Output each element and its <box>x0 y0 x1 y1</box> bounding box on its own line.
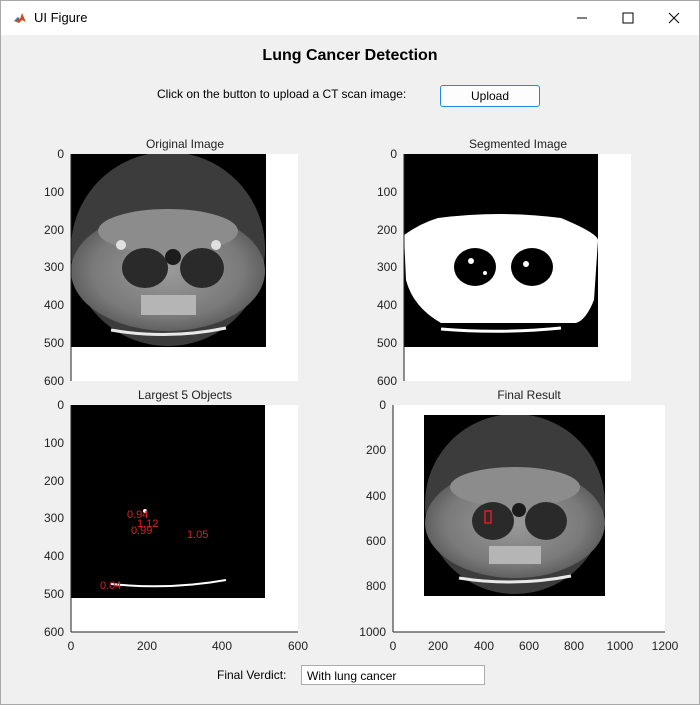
y-tick-labels: 0 200 400 600 800 1000 <box>359 398 386 639</box>
x-tick-label: 400 <box>474 639 494 653</box>
y-tick-label: 0 <box>57 147 64 161</box>
y-tick-label: 400 <box>366 489 386 503</box>
x-tick-label: 600 <box>519 639 539 653</box>
final-result-axes[interactable]: Final Result 0 200 400 600 800 1000 0 20… <box>359 388 678 653</box>
x-tick-labels: 0 200 400 600 <box>68 639 309 653</box>
y-tick-labels: 0 100 200 300 400 500 600 <box>44 147 64 388</box>
y-tick-label: 800 <box>366 579 386 593</box>
y-tick-label: 500 <box>44 336 64 350</box>
object-label: 0.99 <box>131 525 152 537</box>
object-label: 1.05 <box>187 529 208 541</box>
y-tick-label: 1000 <box>359 625 386 639</box>
x-tick-label: 0 <box>390 639 397 653</box>
maximize-icon <box>622 12 634 24</box>
y-tick-label: 300 <box>44 260 64 274</box>
y-tick-label: 100 <box>44 185 64 199</box>
ct-scan-image <box>71 154 266 347</box>
x-tick-label: 1200 <box>652 639 679 653</box>
y-tick-label: 0 <box>57 398 64 412</box>
axes-title: Original Image <box>146 137 224 151</box>
y-tick-labels: 0 100 200 300 400 500 600 <box>377 147 397 388</box>
x-tick-label: 400 <box>212 639 232 653</box>
window-title: UI Figure <box>34 10 88 25</box>
minimize-icon <box>577 17 587 19</box>
title-bar[interactable]: UI Figure <box>1 1 699 35</box>
plots-area: Original Image 0 100 200 300 400 500 600… <box>44 137 679 653</box>
y-tick-label: 500 <box>44 587 64 601</box>
y-tick-label: 600 <box>366 534 386 548</box>
x-tick-labels: 0 200 400 600 800 1000 1200 <box>390 639 679 653</box>
segmented-image-axes[interactable]: Segmented Image 0 100 200 300 400 500 60… <box>377 137 631 388</box>
y-tick-label: 400 <box>44 549 64 563</box>
close-button[interactable] <box>651 1 697 35</box>
y-tick-label: 0 <box>390 147 397 161</box>
x-tick-label: 800 <box>564 639 584 653</box>
objects-image <box>71 405 265 598</box>
y-tick-label: 400 <box>44 298 64 312</box>
verdict-field[interactable]: With lung cancer <box>301 665 485 685</box>
y-tick-label: 300 <box>377 260 397 274</box>
y-tick-label: 600 <box>377 374 397 388</box>
original-image-axes[interactable]: Original Image 0 100 200 300 400 500 600 <box>44 137 298 388</box>
figure-content: Lung Cancer Detection Click on the butto… <box>1 35 699 704</box>
axes-title: Largest 5 Objects <box>138 388 232 402</box>
maximize-button[interactable] <box>605 1 651 35</box>
y-tick-label: 200 <box>44 223 64 237</box>
axes-title: Final Result <box>497 388 561 402</box>
y-tick-label: 500 <box>377 336 397 350</box>
object-label: 0.04 <box>100 580 121 592</box>
y-tick-label: 0 <box>379 398 386 412</box>
y-tick-labels: 0 100 200 300 400 500 600 <box>44 398 64 639</box>
y-tick-label: 200 <box>44 474 64 488</box>
x-tick-label: 600 <box>288 639 308 653</box>
close-icon <box>668 12 680 24</box>
x-tick-label: 1000 <box>607 639 634 653</box>
y-tick-label: 300 <box>44 511 64 525</box>
y-tick-label: 100 <box>377 185 397 199</box>
y-tick-label: 600 <box>44 625 64 639</box>
minimize-button[interactable] <box>559 1 605 35</box>
final-result-image <box>424 415 605 596</box>
verdict-label: Final Verdict: <box>217 668 287 682</box>
matlab-icon <box>13 11 27 25</box>
ui-figure-window: UI Figure Lung Cancer Detection Click on… <box>0 0 700 705</box>
y-tick-label: 200 <box>366 443 386 457</box>
y-tick-label: 400 <box>377 298 397 312</box>
axes-title: Segmented Image <box>469 137 567 151</box>
x-tick-label: 200 <box>428 639 448 653</box>
y-tick-label: 200 <box>377 223 397 237</box>
y-tick-label: 600 <box>44 374 64 388</box>
x-tick-label: 200 <box>137 639 157 653</box>
segmented-image <box>404 154 598 347</box>
x-tick-label: 0 <box>68 639 75 653</box>
y-tick-label: 100 <box>44 436 64 450</box>
largest-objects-axes[interactable]: Largest 5 Objects 0.94 1.12 0.99 1.05 0.… <box>44 388 308 653</box>
